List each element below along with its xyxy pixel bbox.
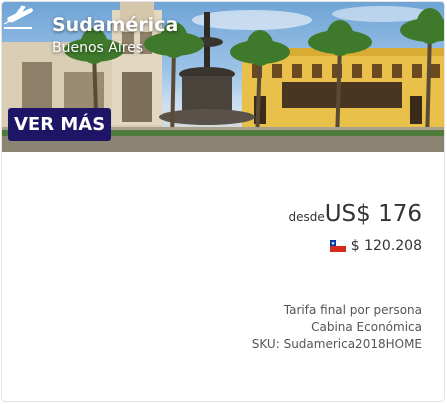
price-from: desde US$ 176	[288, 201, 422, 227]
region-title: Sudamérica	[52, 14, 179, 36]
fare-note: Tarifa final por persona	[283, 303, 422, 317]
sku-label: SKU: Sudamerica2018HOME	[251, 337, 422, 351]
local-price-row: $ 120.208	[329, 238, 422, 254]
chile-flag-icon	[329, 240, 346, 252]
price-usd: US$ 176	[324, 201, 422, 227]
cabin-class: Cabina Económica	[311, 320, 422, 334]
city-subtitle: Buenos Aires	[52, 40, 144, 56]
price-prefix: desde	[288, 210, 325, 224]
ver-mas-button[interactable]: VER MÁS	[8, 108, 112, 141]
destination-banner-image[interactable]: Sudamérica Buenos Aires VER MÁS	[2, 2, 444, 152]
price-local: $ 120.208	[350, 238, 422, 254]
offer-card: Sudamérica Buenos Aires VER MÁS desde US…	[1, 1, 445, 402]
plane-icon	[3, 5, 33, 29]
